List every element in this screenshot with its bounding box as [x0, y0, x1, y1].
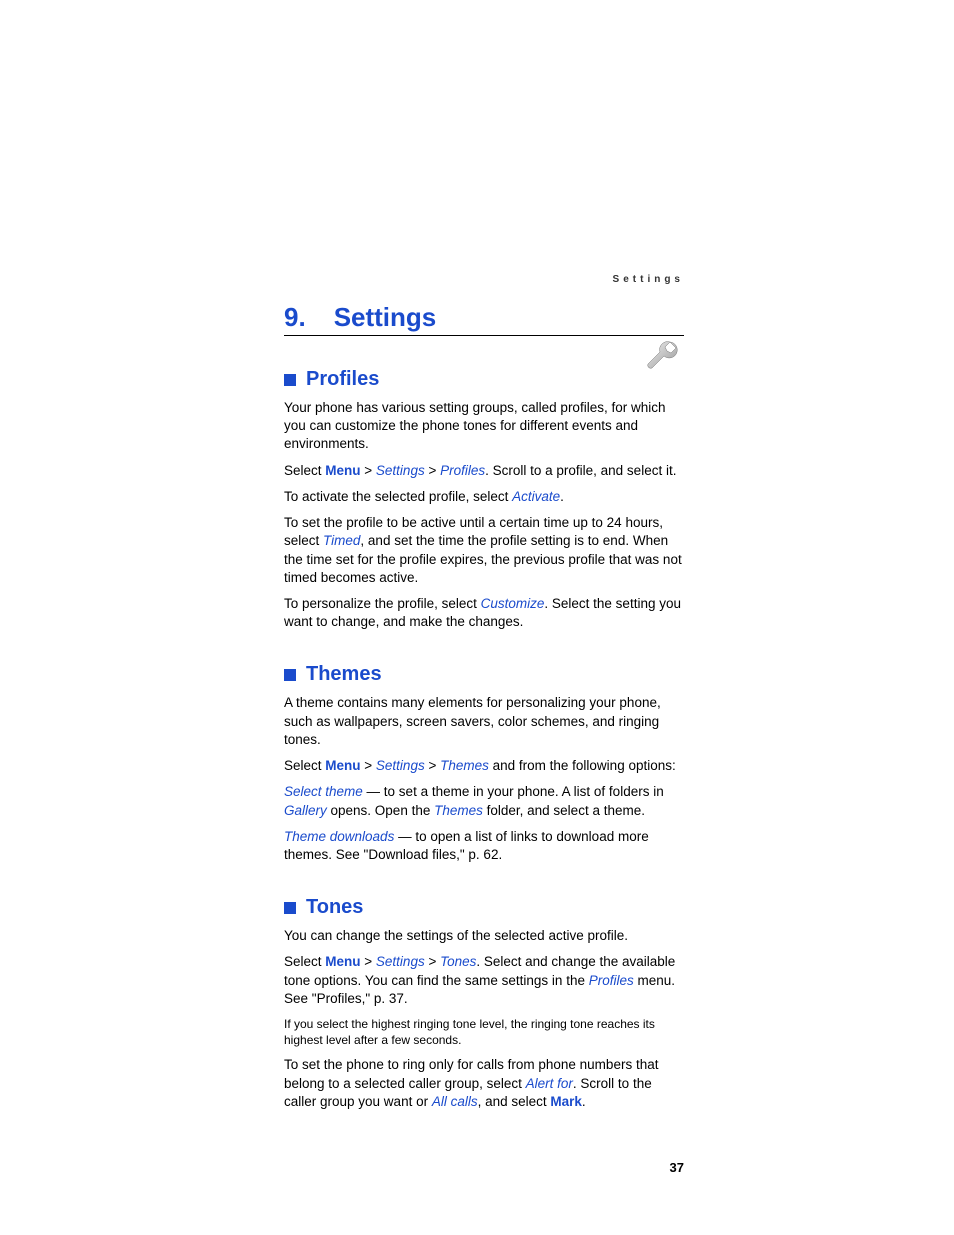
text: opens. Open the: [327, 803, 434, 818]
menu-path-settings: Settings: [376, 954, 425, 969]
ui-term-mark: Mark: [550, 1094, 582, 1109]
section-title: Profiles: [306, 368, 379, 391]
paragraph: To personalize the profile, select Custo…: [284, 595, 684, 631]
text: .: [560, 489, 564, 504]
chapter-number: 9.: [284, 302, 306, 333]
chapter-title: Settings: [334, 302, 437, 333]
section-heading-tones: Tones: [284, 896, 684, 919]
section-heading-profiles: Profiles: [284, 368, 684, 391]
separator: >: [425, 463, 440, 478]
ui-term-customize: Customize: [481, 596, 545, 611]
ui-term-all-calls: All calls: [432, 1094, 478, 1109]
text: — to set a theme in your phone. A list o…: [363, 784, 664, 799]
paragraph: Select Menu > Settings > Profiles. Scrol…: [284, 462, 684, 480]
paragraph: You can change the settings of the selec…: [284, 927, 684, 945]
settings-wrench-icon: [644, 338, 684, 383]
ui-term-select-theme: Select theme: [284, 784, 363, 799]
section-title: Tones: [306, 896, 363, 919]
text: . Scroll to a profile, and select it.: [485, 463, 676, 478]
paragraph: A theme contains many elements for perso…: [284, 694, 684, 749]
separator: >: [361, 758, 376, 773]
menu-path-settings: Settings: [376, 463, 425, 478]
paragraph: To activate the selected profile, select…: [284, 488, 684, 506]
text: Select: [284, 758, 325, 773]
paragraph: Select Menu > Settings > Themes and from…: [284, 757, 684, 775]
text: , and select: [478, 1094, 551, 1109]
paragraph: To set the phone to ring only for calls …: [284, 1056, 684, 1111]
ui-term-alert-for: Alert for: [526, 1076, 573, 1091]
text: .: [582, 1094, 586, 1109]
text: Select: [284, 954, 325, 969]
running-header: Settings: [613, 274, 684, 285]
section-bullet-icon: [284, 902, 296, 914]
separator: >: [425, 758, 440, 773]
ui-term-themes-folder: Themes: [434, 803, 483, 818]
separator: >: [361, 954, 376, 969]
paragraph: Your phone has various setting groups, c…: [284, 399, 684, 454]
content-area: 9. Settings Profiles Your phone has vari…: [284, 302, 684, 1111]
menu-path-tones: Tones: [440, 954, 476, 969]
menu-path-menu: Menu: [325, 463, 360, 478]
chapter-heading: 9. Settings: [284, 302, 684, 336]
separator: >: [361, 463, 376, 478]
ui-term-theme-downloads: Theme downloads: [284, 829, 394, 844]
menu-path-menu: Menu: [325, 758, 360, 773]
menu-path-profiles: Profiles: [440, 463, 485, 478]
text: Select: [284, 463, 325, 478]
paragraph: Select theme — to set a theme in your ph…: [284, 783, 684, 819]
note-paragraph: If you select the highest ringing tone l…: [284, 1016, 684, 1048]
menu-path-settings: Settings: [376, 758, 425, 773]
text: To activate the selected profile, select: [284, 489, 512, 504]
section-bullet-icon: [284, 374, 296, 386]
paragraph: Select Menu > Settings > Tones. Select a…: [284, 953, 684, 1008]
section-heading-themes: Themes: [284, 663, 684, 686]
ui-term-timed: Timed: [323, 533, 360, 548]
section-title: Themes: [306, 663, 382, 686]
ui-term-profiles: Profiles: [589, 973, 634, 988]
separator: >: [425, 954, 440, 969]
menu-path-menu: Menu: [325, 954, 360, 969]
page-number: 37: [670, 1160, 684, 1175]
text: and from the following options:: [489, 758, 676, 773]
section-bullet-icon: [284, 669, 296, 681]
paragraph: To set the profile to be active until a …: [284, 514, 684, 587]
menu-path-themes: Themes: [440, 758, 489, 773]
paragraph: Theme downloads — to open a list of link…: [284, 828, 684, 864]
text: folder, and select a theme.: [483, 803, 645, 818]
ui-term-activate: Activate: [512, 489, 560, 504]
ui-term-gallery: Gallery: [284, 803, 327, 818]
text: To personalize the profile, select: [284, 596, 481, 611]
